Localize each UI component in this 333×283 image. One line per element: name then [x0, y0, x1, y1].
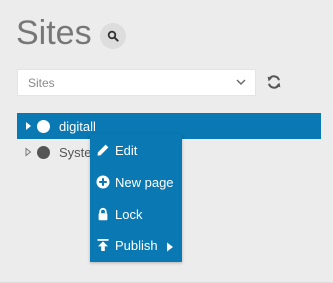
menu-item-new-page[interactable]: New page [90, 167, 182, 197]
tree-item-label: digitall [59, 118, 96, 134]
refresh-icon[interactable] [265, 73, 283, 91]
caret-right-outline-icon[interactable] [21, 147, 35, 157]
menu-item-label: New page [115, 174, 174, 190]
search-button[interactable] [99, 23, 126, 49]
menu-item-lock[interactable]: Lock [90, 199, 182, 229]
menu-item-edit[interactable]: Edit [90, 135, 182, 165]
lock-icon [96, 207, 110, 221]
caret-right-icon[interactable] [21, 121, 35, 131]
search-icon [107, 30, 119, 42]
pencil-icon [96, 143, 110, 157]
title-row: Sites [16, 16, 126, 50]
tree-item-label: Syste [59, 144, 92, 160]
menu-item-label: Edit [115, 142, 138, 158]
site-select-value: Sites [28, 75, 55, 90]
site-status-dot [37, 119, 50, 133]
publish-icon [96, 238, 110, 252]
page-title: Sites [16, 14, 92, 52]
sites-panel: Sites Sites digitall Syste Edit New page… [0, 0, 333, 283]
site-status-dot [37, 145, 50, 159]
menu-item-label: Publish [115, 237, 158, 253]
site-select[interactable]: Sites [17, 69, 256, 96]
context-menu: Edit New page Lock Publish [90, 134, 182, 262]
caret-right-icon [166, 240, 174, 255]
menu-item-publish[interactable]: Publish [90, 230, 182, 260]
menu-item-label: Lock [115, 206, 143, 222]
chevron-down-icon [235, 76, 247, 91]
plus-circle-icon [96, 175, 110, 189]
